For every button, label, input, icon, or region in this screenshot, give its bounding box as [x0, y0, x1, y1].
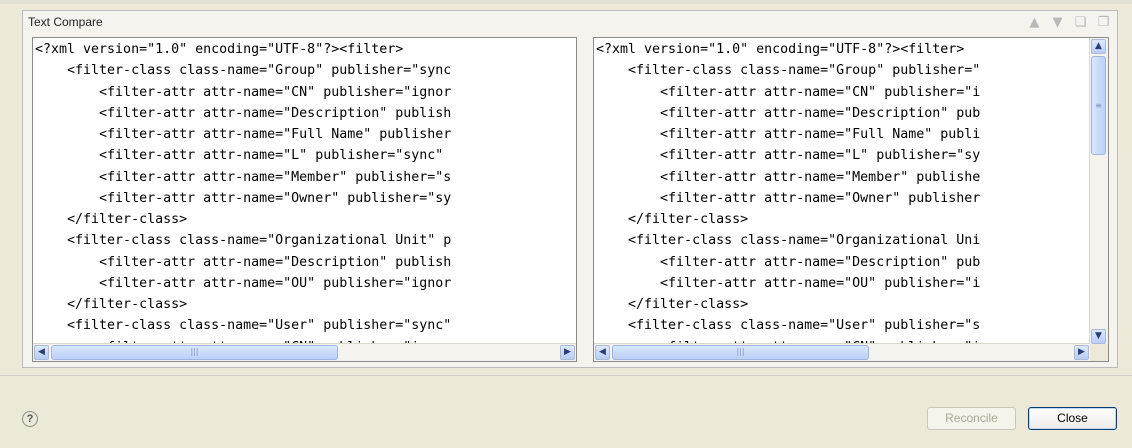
next-difference-icon[interactable]: ▲ — [1027, 15, 1042, 31]
code-line: </filter-class> — [35, 297, 188, 312]
code-line: <filter-attr attr-name="CN" publisher="i… — [35, 84, 452, 100]
code-line: <?xml version="1.0" encoding="UTF-8"?><f… — [596, 42, 965, 57]
code-line: <filter-attr attr-name="Description" pub… — [35, 105, 452, 121]
code-line: <filter-class class-name="User" publishe… — [596, 318, 981, 334]
scroll-down-button[interactable]: ▼ — [1091, 329, 1106, 344]
compare-toolbar: ▲ ▼ ❏ ❐ — [1027, 15, 1111, 31]
code-line: <filter-attr attr-name="Full Name" publi… — [35, 127, 452, 142]
code-line: <filter-attr attr-name="Member" publishe — [596, 169, 981, 185]
code-line: <filter-class class-name="Organizational… — [596, 233, 981, 249]
code-line: <filter-class class-name="Group" publish… — [596, 63, 981, 79]
code-line: </filter-class> — [35, 212, 188, 227]
panel-title: Text Compare — [28, 15, 103, 29]
right-vertical-scrollbar[interactable]: ▲ ≡ ▼ — [1089, 38, 1108, 345]
text-compare-panel: Text Compare ▲ ▼ ❏ ❐ <?xml version="1.0"… — [22, 10, 1118, 368]
code-line: <filter-attr attr-name="OU" publisher="i — [596, 275, 981, 291]
scroll-right-button[interactable]: ▶ — [1074, 345, 1089, 360]
code-line: <filter-attr attr-name="Full Name" publi — [596, 127, 981, 142]
code-line: <filter-attr attr-name="Owner" publisher — [596, 190, 981, 206]
scroll-up-button[interactable]: ▲ — [1091, 39, 1106, 54]
scrollbar-corner — [1090, 344, 1108, 361]
horizontal-scroll-thumb[interactable]: ||| — [612, 345, 869, 360]
reconcile-button[interactable]: Reconcile — [927, 407, 1016, 430]
code-line: <filter-attr attr-name="Description" pub — [596, 254, 981, 270]
code-line: <filter-class class-name="Organizational… — [35, 233, 452, 249]
code-line: <?xml version="1.0" encoding="UTF-8"?><f… — [35, 42, 404, 57]
left-code-view[interactable]: <?xml version="1.0" encoding="UTF-8"?><f… — [35, 39, 574, 358]
code-line: <filter-attr attr-name="L" publisher="sy — [596, 148, 981, 164]
code-line: <filter-attr attr-name="Description" pub — [596, 105, 981, 121]
close-button-label: Close — [1057, 411, 1088, 425]
close-button[interactable]: Close — [1028, 407, 1117, 430]
help-icon[interactable]: ? — [22, 411, 38, 427]
code-line: <filter-attr attr-name="CN" publisher="i — [596, 84, 981, 100]
copy-all-left-icon[interactable]: ❏ — [1073, 15, 1088, 31]
previous-difference-icon[interactable]: ▼ — [1050, 15, 1065, 31]
right-horizontal-scrollbar[interactable]: ◀ ||| ▶ — [594, 343, 1090, 361]
right-compare-pane[interactable]: <?xml version="1.0" encoding="UTF-8"?><f… — [593, 37, 1109, 362]
left-horizontal-scrollbar[interactable]: ◀ ||| ▶ — [33, 343, 576, 361]
right-code-view[interactable]: <?xml version="1.0" encoding="UTF-8"?><f… — [596, 39, 1088, 358]
left-compare-pane[interactable]: <?xml version="1.0" encoding="UTF-8"?><f… — [32, 37, 577, 362]
code-line: <filter-class class-name="Group" publish… — [35, 63, 452, 79]
code-line: <filter-attr attr-name="Owner" publisher… — [35, 190, 452, 206]
window-top-edge — [0, 0, 1132, 4]
code-line: <filter-class class-name="User" publishe… — [35, 318, 452, 334]
scroll-left-button[interactable]: ◀ — [595, 345, 610, 360]
copy-all-right-icon[interactable]: ❐ — [1096, 15, 1111, 31]
horizontal-scroll-thumb[interactable]: ||| — [51, 345, 338, 360]
dialog-separator — [0, 375, 1132, 376]
vertical-scroll-thumb[interactable]: ≡ — [1091, 56, 1106, 155]
code-line: <filter-attr attr-name="Member" publishe… — [35, 169, 452, 185]
code-line: </filter-class> — [596, 297, 749, 312]
code-line: </filter-class> — [596, 212, 749, 227]
code-line: <filter-attr attr-name="Description" pub… — [35, 254, 452, 270]
scroll-left-button[interactable]: ◀ — [34, 345, 49, 360]
code-line: <filter-attr attr-name="OU" publisher="i… — [35, 275, 452, 291]
code-line: <filter-attr attr-name="L" publisher="sy… — [35, 148, 452, 164]
scroll-right-button[interactable]: ▶ — [560, 345, 575, 360]
